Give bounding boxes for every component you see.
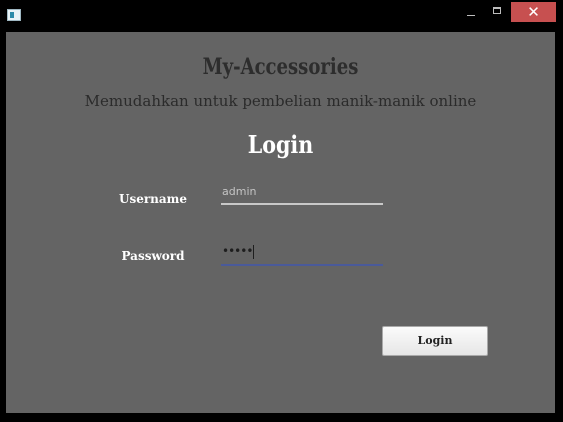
minimize-button[interactable] xyxy=(458,2,484,22)
login-heading: Login xyxy=(247,130,314,159)
text-caret xyxy=(253,244,255,259)
password-field[interactable]: ••••• xyxy=(221,244,383,266)
app-subtitle: Memudahkan untuk pembelian manik-manik o… xyxy=(84,92,477,110)
app-icon xyxy=(7,9,21,21)
login-button[interactable]: Login xyxy=(382,326,488,356)
app-title: My-Accessories xyxy=(202,54,359,80)
maximize-icon xyxy=(493,7,501,14)
username-value: admin xyxy=(222,185,257,198)
minimize-icon xyxy=(467,15,475,16)
password-label: Password xyxy=(121,249,185,263)
close-button[interactable]: ✕ xyxy=(511,2,556,22)
close-icon: ✕ xyxy=(527,3,540,21)
title-bar[interactable]: ✕ xyxy=(0,0,563,30)
password-value-wrap: ••••• xyxy=(222,244,255,259)
username-label: Username xyxy=(118,192,187,206)
password-value: ••••• xyxy=(222,244,253,258)
login-panel: My-Accessories Memudahkan untuk pembelia… xyxy=(6,32,555,413)
username-field[interactable]: admin xyxy=(221,183,383,205)
maximize-button[interactable] xyxy=(486,2,510,22)
app-window: ✕ My-Accessories Memudahkan untuk pembel… xyxy=(0,0,563,422)
